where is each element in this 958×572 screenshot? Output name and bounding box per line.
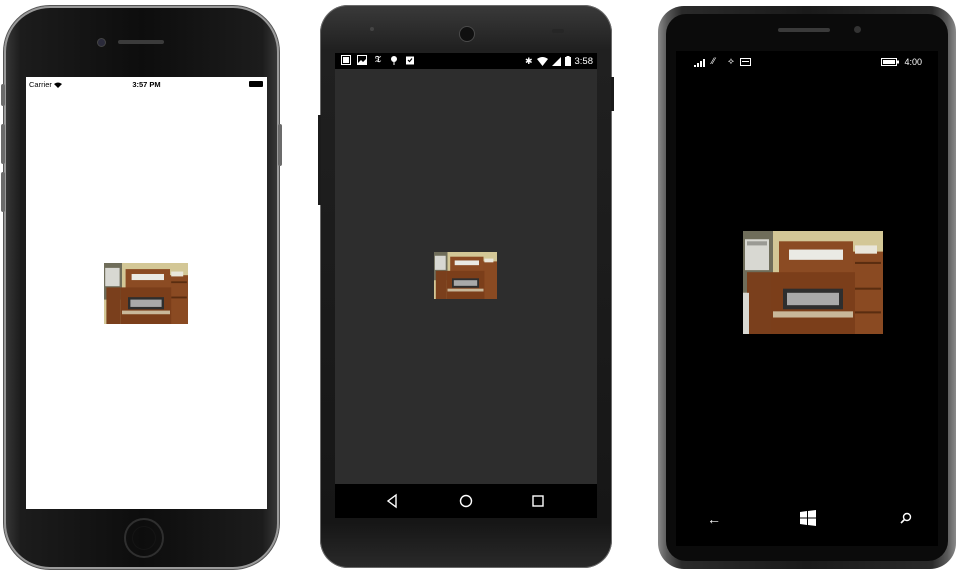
ios-screen: Carrier 3:57 PM xyxy=(26,77,267,509)
ios-status-bar: Carrier 3:57 PM xyxy=(26,77,267,91)
android-screen: 𝔗 ✱ 3:58 xyxy=(335,53,597,518)
volume-button xyxy=(318,115,321,205)
back-icon[interactable]: ← xyxy=(707,511,721,527)
data-icon: ⟡ xyxy=(728,56,734,66)
status-time: 3:57 PM xyxy=(132,80,161,89)
proximity-sensor xyxy=(552,29,564,33)
android-status-bar: 𝔗 ✱ 3:58 xyxy=(335,53,597,69)
notification-led xyxy=(370,27,374,31)
home-button[interactable] xyxy=(124,518,164,558)
system-status-icons: ✱ 3:58 xyxy=(525,55,593,67)
status-time: 3:58 xyxy=(574,55,594,67)
earpiece-speaker xyxy=(778,28,830,32)
wifi-icon: ⁄⁄ xyxy=(712,56,716,66)
home-icon[interactable] xyxy=(456,491,476,511)
typewriter-image xyxy=(434,252,497,299)
volume-up-button xyxy=(1,124,5,164)
battery-icon xyxy=(564,56,571,66)
typewriter-image xyxy=(104,263,188,324)
typewriter-image xyxy=(743,231,883,334)
windows-icon[interactable] xyxy=(800,510,816,526)
nytimes-icon: 𝔗 xyxy=(375,55,381,65)
bluetooth-icon: ✱ xyxy=(524,55,533,66)
image-icon xyxy=(341,55,351,65)
message-icon xyxy=(740,58,751,66)
wifi-icon xyxy=(536,56,548,66)
winphone-status-bar: ⁄⁄ ⟡ 4:00 xyxy=(676,51,938,73)
signal-icon xyxy=(694,59,705,67)
power-button xyxy=(278,124,282,166)
earpiece-speaker xyxy=(118,40,164,44)
power-button xyxy=(611,77,614,111)
back-icon[interactable] xyxy=(383,491,403,511)
front-camera xyxy=(97,38,106,47)
android-nav-bar xyxy=(335,484,597,518)
search-icon[interactable] xyxy=(900,512,912,524)
recents-icon[interactable] xyxy=(528,491,548,511)
iphone-device: Carrier 3:57 PM xyxy=(1,6,282,569)
clipboard-icon xyxy=(406,56,414,65)
winphone-screen: ⁄⁄ ⟡ 4:00 xyxy=(676,51,938,496)
home-button-ring xyxy=(132,526,156,550)
android-device: 𝔗 ✱ 3:58 xyxy=(318,5,614,568)
photo-icon xyxy=(357,55,367,65)
status-time: 4:00 xyxy=(904,57,922,67)
front-camera xyxy=(459,26,475,42)
windows-phone-device: ⁄⁄ ⟡ 4:00 ← xyxy=(658,6,956,569)
battery-icon xyxy=(249,81,263,87)
battery-icon xyxy=(881,58,899,66)
front-camera xyxy=(854,26,861,33)
volume-down-button xyxy=(1,172,5,212)
mute-switch xyxy=(1,84,5,106)
signal-icon xyxy=(551,56,561,66)
winphone-nav-bar: ← xyxy=(676,496,938,546)
pin-icon xyxy=(391,56,397,65)
